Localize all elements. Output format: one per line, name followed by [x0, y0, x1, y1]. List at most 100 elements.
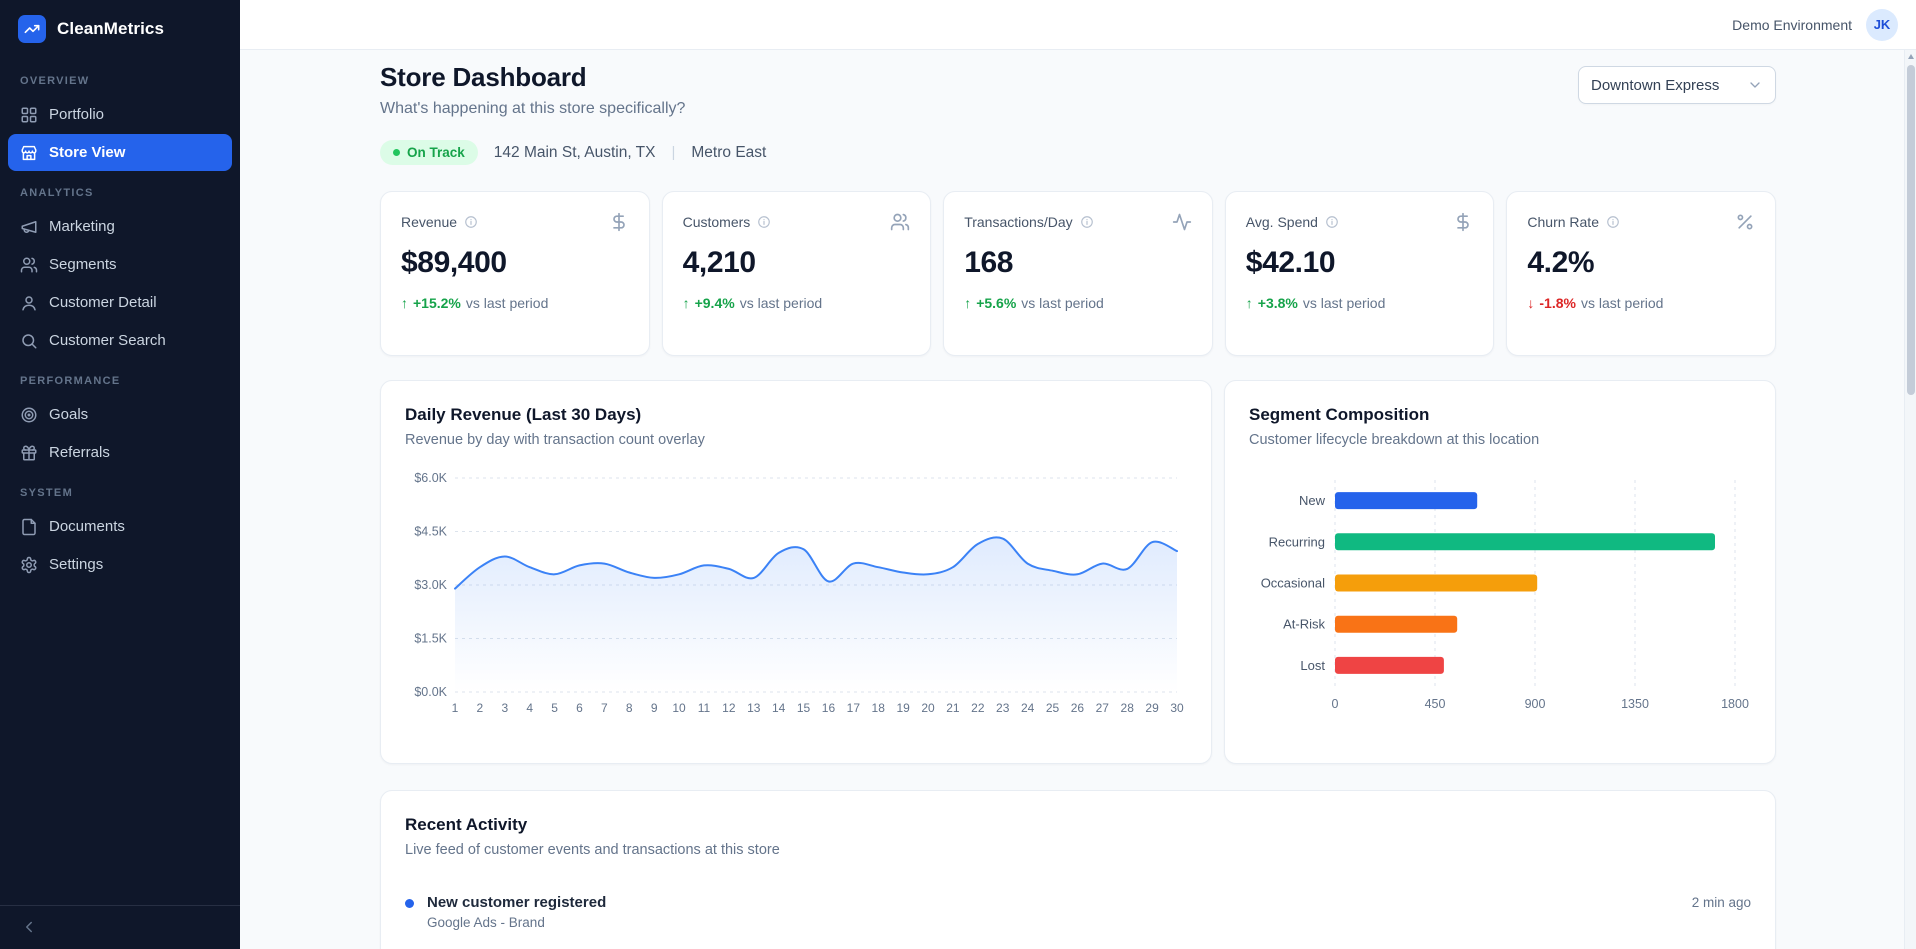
trending-up-icon: [18, 15, 46, 43]
chart-subtitle: Revenue by day with transaction count ov…: [405, 432, 1187, 448]
svg-text:$6.0K: $6.0K: [414, 471, 447, 485]
users-icon: [890, 212, 910, 232]
svg-text:Occasional: Occasional: [1261, 576, 1325, 591]
store-address: 142 Main St, Austin, TX: [494, 144, 656, 162]
kpi-card-transactions: Transactions/Day 168 ↑ +5.6% vs last per…: [943, 191, 1213, 356]
kpi-card-churn-rate: Churn Rate 4.2% ↓ -1.8% vs last period: [1506, 191, 1776, 356]
svg-text:7: 7: [601, 701, 608, 715]
sidebar-item-label: Portfolio: [49, 106, 104, 123]
page-title: Store Dashboard: [380, 62, 685, 93]
status-dot-icon: [393, 149, 400, 156]
gear-icon: [20, 556, 38, 574]
activity-item-time: 2 min ago: [1692, 894, 1751, 910]
sidebar-item-customer-detail[interactable]: Customer Detail: [8, 284, 232, 321]
kpi-value: 4.2%: [1527, 246, 1755, 280]
kpi-delta-value: +3.8%: [1258, 295, 1298, 311]
sidebar-item-label: Customer Search: [49, 332, 166, 349]
kpi-delta-note: vs last period: [740, 295, 822, 311]
svg-text:25: 25: [1046, 701, 1060, 715]
kpi-value: 4,210: [683, 246, 911, 280]
svg-text:Recurring: Recurring: [1269, 534, 1325, 549]
svg-text:$3.0K: $3.0K: [414, 578, 447, 592]
info-icon[interactable]: [464, 215, 478, 229]
svg-text:$0.0K: $0.0K: [414, 685, 447, 699]
scrollbar-up-arrow[interactable]: [1905, 50, 1916, 63]
sidebar-collapse-button[interactable]: [20, 918, 40, 938]
sidebar-item-customer-search[interactable]: Customer Search: [8, 322, 232, 359]
page-header: Store Dashboard What's happening at this…: [380, 62, 1776, 118]
recent-activity-card: Recent Activity Live feed of customer ev…: [380, 790, 1776, 949]
sidebar-item-settings[interactable]: Settings: [8, 546, 232, 583]
svg-text:22: 22: [971, 701, 985, 715]
kpi-card-avg-spend: Avg. Spend $42.10 ↑ +3.8% vs last period: [1225, 191, 1495, 356]
kpi-value: 168: [964, 246, 1192, 280]
scrollbar-thumb[interactable]: [1907, 65, 1915, 395]
svg-text:$4.5K: $4.5K: [414, 525, 447, 539]
sidebar-section-performance: PERFORMANCE: [0, 360, 240, 395]
svg-text:18: 18: [872, 701, 886, 715]
kpi-card-customers: Customers 4,210 ↑ +9.4% vs last period: [662, 191, 932, 356]
activity-item: New customer registered Google Ads - Bra…: [405, 882, 1751, 942]
page-subtitle: What's happening at this store specifica…: [380, 100, 685, 118]
environment-label: Demo Environment: [1732, 17, 1852, 33]
sidebar-section-analytics: ANALYTICS: [0, 172, 240, 207]
file-icon: [20, 518, 38, 536]
scrollbar-track[interactable]: [1904, 50, 1916, 949]
sidebar-footer: [0, 905, 240, 949]
kpi-value: $89,400: [401, 246, 629, 280]
kpi-label: Churn Rate: [1527, 214, 1599, 230]
daily-revenue-line-chart: $0.0K$1.5K$3.0K$4.5K$6.0K123456789101112…: [405, 468, 1187, 720]
activity-item-subtitle: Google Ads - Brand: [427, 915, 606, 930]
kpi-label: Revenue: [401, 214, 457, 230]
user-avatar[interactable]: JK: [1866, 9, 1898, 41]
sidebar: CleanMetrics OVERVIEW Portfolio Store Vi…: [0, 0, 240, 949]
svg-text:19: 19: [896, 701, 910, 715]
chart-title: Daily Revenue (Last 30 Days): [405, 405, 1187, 425]
user-icon: [20, 294, 38, 312]
svg-text:At-Risk: At-Risk: [1283, 617, 1325, 632]
grid-icon: [20, 106, 38, 124]
svg-text:Lost: Lost: [1300, 658, 1325, 673]
search-icon: [20, 332, 38, 350]
store-meta-row: On Track 142 Main St, Austin, TX | Metro…: [380, 140, 1776, 165]
status-badge: On Track: [380, 140, 478, 165]
svg-text:14: 14: [772, 701, 786, 715]
activity-subtitle: Live feed of customer events and transac…: [405, 842, 1751, 858]
info-icon[interactable]: [757, 215, 771, 229]
sidebar-item-store-view[interactable]: Store View: [8, 134, 232, 171]
status-badge-label: On Track: [407, 145, 465, 160]
svg-text:15: 15: [797, 701, 811, 715]
charts-section: Daily Revenue (Last 30 Days) Revenue by …: [380, 380, 1776, 764]
sidebar-item-marketing[interactable]: Marketing: [8, 208, 232, 245]
sidebar-item-documents[interactable]: Documents: [8, 508, 232, 545]
store-selector-dropdown[interactable]: Downtown Express: [1578, 66, 1776, 104]
svg-text:New: New: [1299, 493, 1326, 508]
info-icon[interactable]: [1080, 215, 1094, 229]
gift-icon: [20, 444, 38, 462]
svg-text:$1.5K: $1.5K: [414, 632, 447, 646]
activity-item-title: New customer registered: [427, 894, 606, 911]
sidebar-item-referrals[interactable]: Referrals: [8, 434, 232, 471]
daily-revenue-card: Daily Revenue (Last 30 Days) Revenue by …: [380, 380, 1212, 764]
activity-list: New customer registered Google Ads - Bra…: [405, 882, 1751, 949]
svg-text:13: 13: [747, 701, 761, 715]
info-icon[interactable]: [1606, 215, 1620, 229]
svg-text:3: 3: [501, 701, 508, 715]
activity-item-body: New customer registered Google Ads - Bra…: [427, 894, 606, 930]
svg-text:11: 11: [698, 701, 711, 715]
kpi-card-revenue: Revenue $89,400 ↑ +15.2% vs last period: [380, 191, 650, 356]
sidebar-item-portfolio[interactable]: Portfolio: [8, 96, 232, 133]
sidebar-item-label: Customer Detail: [49, 294, 157, 311]
kpi-section: Revenue $89,400 ↑ +15.2% vs last period …: [380, 191, 1776, 356]
kpi-delta-value: +9.4%: [695, 295, 735, 311]
sidebar-item-goals[interactable]: Goals: [8, 396, 232, 433]
svg-text:29: 29: [1145, 701, 1159, 715]
sidebar-item-segments[interactable]: Segments: [8, 246, 232, 283]
info-icon[interactable]: [1325, 215, 1339, 229]
svg-text:20: 20: [921, 701, 935, 715]
dollar-icon: [1453, 212, 1473, 232]
svg-text:6: 6: [576, 701, 583, 715]
main-area: Demo Environment JK Store Dashboard What…: [240, 0, 1916, 949]
kpi-delta-value: +5.6%: [976, 295, 1016, 311]
segment-composition-bar-chart: 045090013501800NewRecurringOccasionalAt-…: [1249, 468, 1751, 720]
